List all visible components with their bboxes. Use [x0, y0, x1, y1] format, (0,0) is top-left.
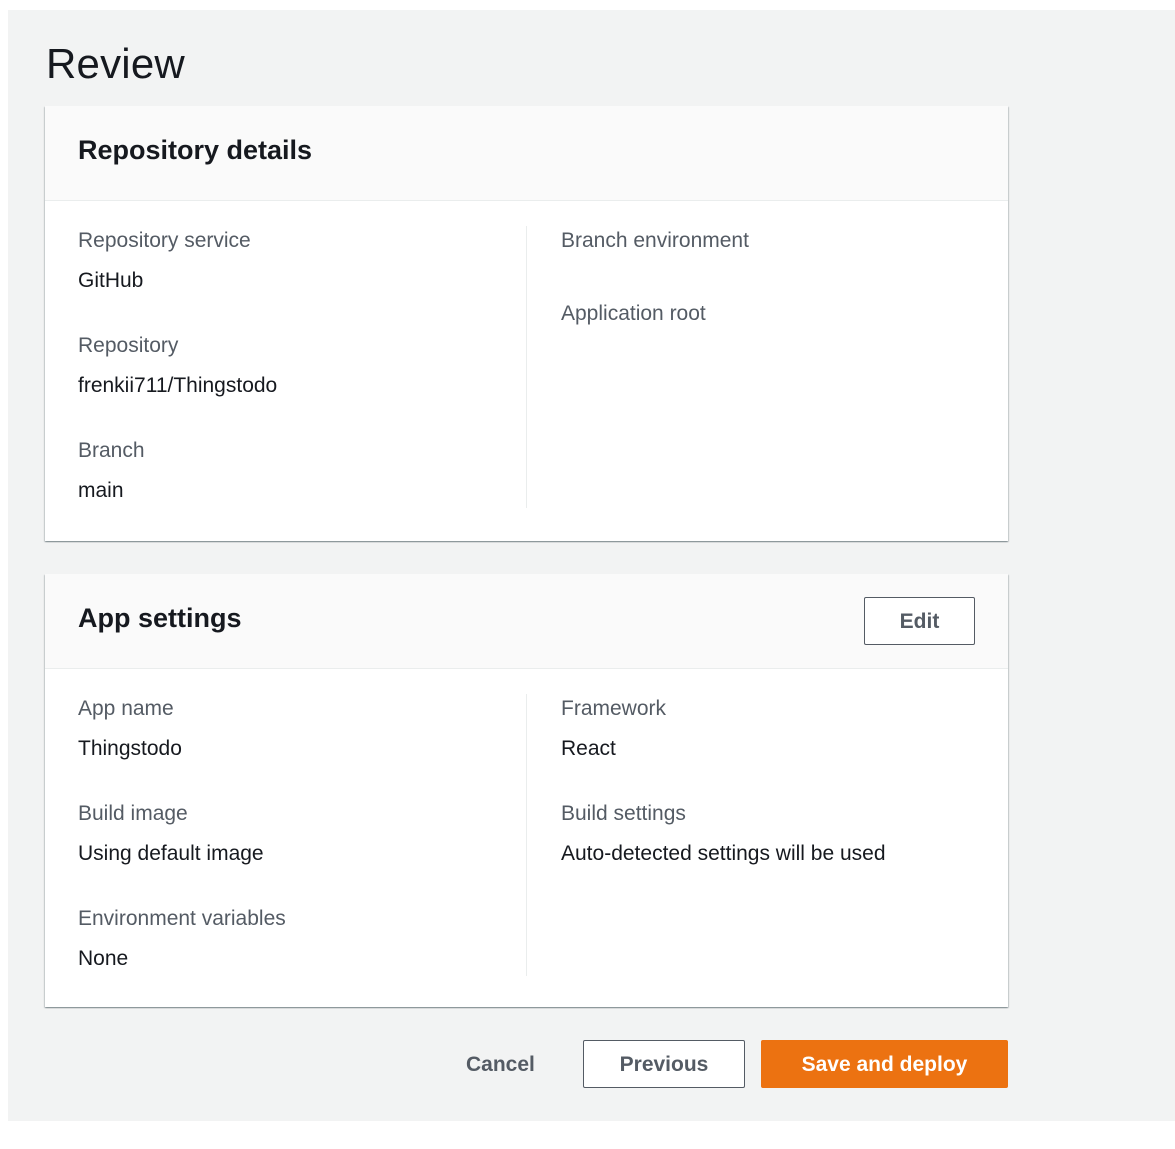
field-value: Using default image	[78, 842, 264, 865]
app-settings-card: App settings Edit App name Thingstodo Bu…	[45, 574, 1008, 1007]
cancel-button[interactable]: Cancel	[460, 1040, 540, 1088]
field-value: main	[78, 479, 124, 502]
field-label: Build settings	[561, 802, 686, 825]
card-header: App settings Edit	[45, 574, 1008, 669]
column-divider	[526, 226, 527, 508]
framework-field: Framework React	[561, 696, 666, 762]
field-value: GitHub	[78, 269, 144, 292]
field-label: Build image	[78, 802, 188, 825]
column-divider	[526, 694, 527, 976]
field-label: Repository service	[78, 229, 251, 252]
field-label: Repository	[78, 334, 179, 357]
field-value: React	[561, 737, 616, 760]
field-value: None	[78, 947, 129, 970]
page-title: Review	[46, 40, 185, 87]
save-and-deploy-button[interactable]: Save and deploy	[761, 1040, 1008, 1088]
repository-details-card: Repository details Repository service Gi…	[45, 106, 1008, 541]
field-value: Auto-detected settings will be used	[561, 842, 886, 865]
edit-button[interactable]: Edit	[864, 597, 975, 645]
build-image-field: Build image Using default image	[78, 801, 264, 867]
previous-button[interactable]: Previous	[583, 1040, 745, 1088]
app-settings-title: App settings	[78, 603, 242, 633]
field-label: App name	[78, 697, 174, 720]
field-value: Thingstodo	[78, 737, 182, 760]
field-label: Framework	[561, 697, 667, 720]
field-label: Branch environment	[561, 229, 749, 252]
card-header: Repository details	[45, 106, 1008, 201]
repository-field: Repository frenkii711/Thingstodo	[78, 333, 277, 399]
environment-variables-field: Environment variables None	[78, 906, 286, 972]
app-name-field: App name Thingstodo	[78, 696, 182, 762]
repository-details-title: Repository details	[78, 135, 313, 165]
review-page: Review Repository details Repository ser…	[8, 10, 1175, 1121]
branch-environment-field: Branch environment	[561, 228, 749, 268]
build-settings-field: Build settings Auto-detected settings wi…	[561, 801, 886, 867]
application-root-field: Application root	[561, 301, 706, 341]
field-label: Environment variables	[78, 907, 286, 930]
field-value: frenkii711/Thingstodo	[78, 374, 278, 397]
field-label: Application root	[561, 302, 706, 325]
branch-field: Branch main	[78, 438, 145, 504]
field-label: Branch	[78, 439, 145, 462]
repository-service-field: Repository service GitHub	[78, 228, 251, 294]
